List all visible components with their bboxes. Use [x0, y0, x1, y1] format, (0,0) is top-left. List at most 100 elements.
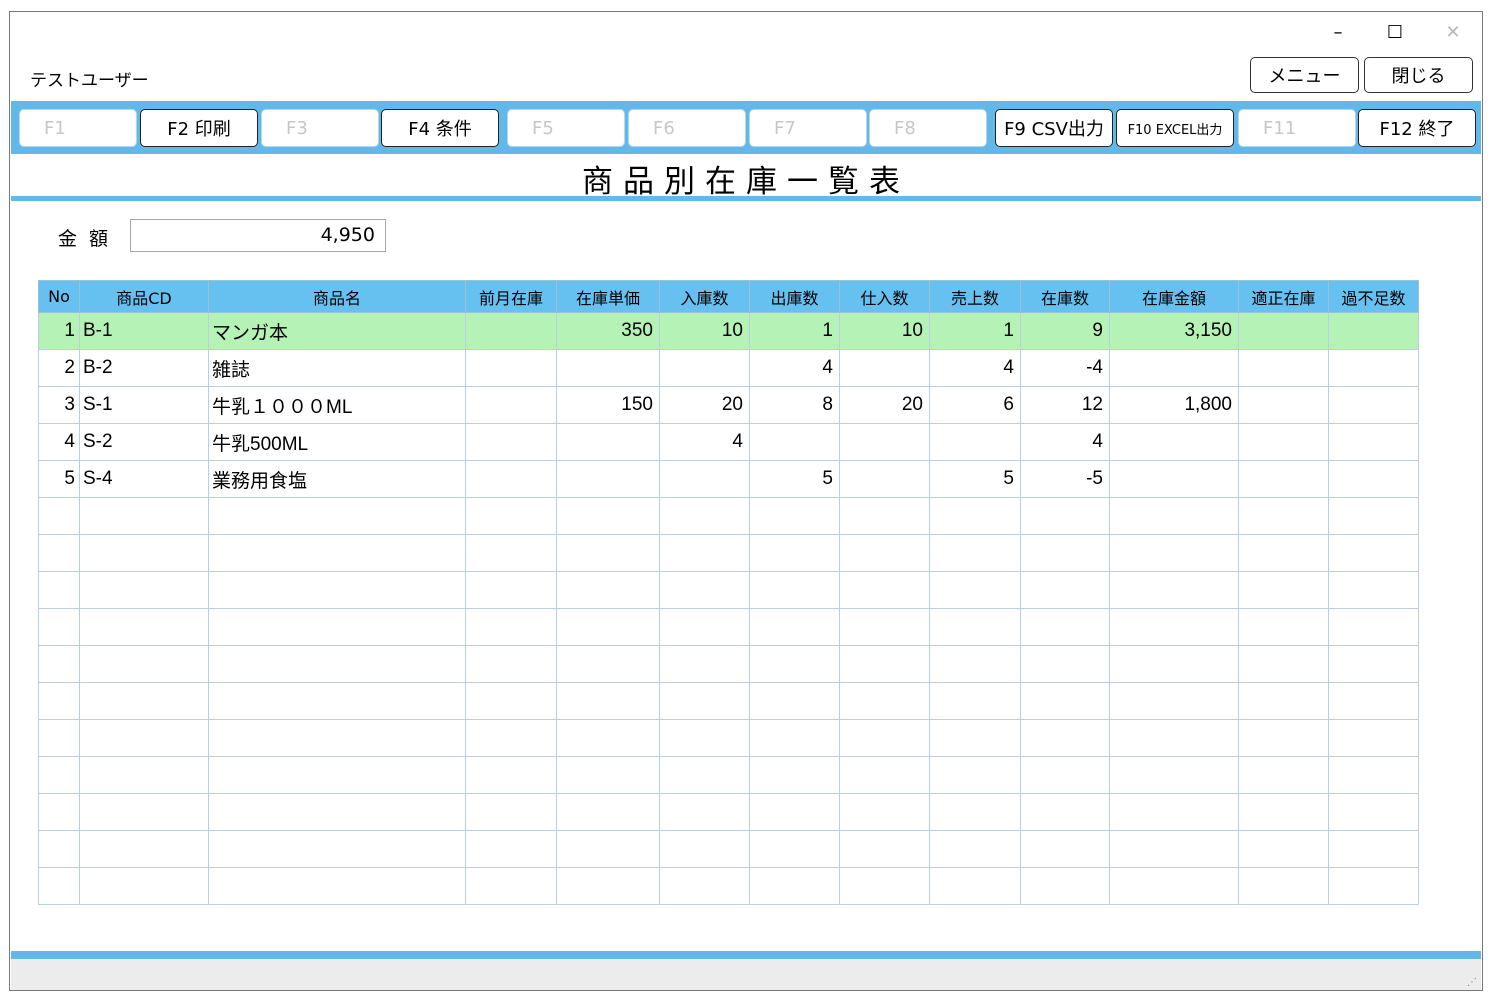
- table-cell: 4: [38, 423, 80, 461]
- maximize-icon[interactable]: ☐: [1380, 24, 1410, 42]
- table-cell: [749, 682, 840, 720]
- table-cell: [556, 645, 660, 683]
- empty-row[interactable]: [38, 793, 1419, 831]
- table-cell: 4: [1020, 423, 1110, 461]
- table-cell: [465, 534, 557, 572]
- table-cell: [1238, 312, 1329, 350]
- table-cell: [38, 830, 80, 868]
- fkey-4-button[interactable]: F4 条件: [381, 109, 499, 147]
- menu-button[interactable]: メニュー: [1250, 57, 1359, 93]
- table-cell: [556, 719, 660, 757]
- table-cell: [208, 608, 466, 646]
- table-cell: [38, 534, 80, 572]
- table-cell: [1238, 349, 1329, 387]
- close-icon[interactable]: ✕: [1438, 24, 1468, 42]
- table-cell: [929, 867, 1021, 905]
- table-cell: [465, 571, 557, 609]
- table-cell: [659, 497, 750, 535]
- table-cell: [749, 867, 840, 905]
- table-cell: 5: [929, 460, 1021, 498]
- empty-row[interactable]: [38, 534, 1419, 572]
- table-cell: [839, 867, 930, 905]
- table-cell: [465, 830, 557, 868]
- fkey-6-button: F6: [628, 109, 746, 147]
- empty-row[interactable]: [38, 608, 1419, 646]
- table-cell: [1109, 349, 1239, 387]
- table-cell: [659, 608, 750, 646]
- column-header: 売上数: [929, 280, 1021, 313]
- table-cell: 牛乳500ML: [208, 423, 466, 461]
- fkey-9-button[interactable]: F9 CSV出力: [995, 109, 1113, 147]
- fkey-2-button[interactable]: F2 印刷: [140, 109, 258, 147]
- amount-field[interactable]: 4,950: [130, 219, 386, 252]
- table-cell: [208, 571, 466, 609]
- table-cell: B-1: [79, 312, 209, 350]
- table-cell: [929, 423, 1021, 461]
- table-cell: [79, 719, 209, 757]
- table-cell: [839, 719, 930, 757]
- table-cell: [556, 756, 660, 794]
- empty-row[interactable]: [38, 830, 1419, 868]
- table-cell: [1238, 423, 1329, 461]
- table-cell: 5: [749, 460, 840, 498]
- table-cell: [556, 460, 660, 498]
- table-cell: [1238, 793, 1329, 831]
- table-cell: [929, 830, 1021, 868]
- table-cell: [1109, 645, 1239, 683]
- table-cell: [1020, 719, 1110, 757]
- table-cell: [465, 349, 557, 387]
- table-cell: 1: [929, 312, 1021, 350]
- table-cell: S-4: [79, 460, 209, 498]
- table-cell: [1109, 756, 1239, 794]
- table-cell: [79, 608, 209, 646]
- table-row[interactable]: 2 B-2 雑誌 4 4 -4: [38, 349, 1419, 387]
- table-cell: [208, 867, 466, 905]
- empty-row[interactable]: [38, 571, 1419, 609]
- table-row[interactable]: 4 S-2 牛乳500ML 4 4: [38, 423, 1419, 461]
- table-cell: [1328, 497, 1419, 535]
- fkey-12-button[interactable]: F12 終了: [1358, 109, 1476, 147]
- resize-grip-icon[interactable]: ⋰: [1467, 977, 1477, 988]
- table-cell: [556, 349, 660, 387]
- table-cell: [1328, 349, 1419, 387]
- close-button[interactable]: 閉じる: [1364, 57, 1473, 93]
- table-cell: [208, 756, 466, 794]
- fkey-10-button[interactable]: F10 EXCEL出力: [1116, 109, 1234, 147]
- table-cell: [659, 830, 750, 868]
- empty-row[interactable]: [38, 719, 1419, 757]
- table-row[interactable]: 5 S-4 業務用食塩 5 5 -5: [38, 460, 1419, 498]
- table-cell: [659, 793, 750, 831]
- table-row[interactable]: 3 S-1 牛乳１０００ML 150 20 8 20 6 12 1,800: [38, 386, 1419, 424]
- empty-row[interactable]: [38, 682, 1419, 720]
- table-cell: [1020, 534, 1110, 572]
- table-row[interactable]: 1 B-1 マンガ本 350 10 1 10 1 9 3,150: [38, 312, 1419, 350]
- table-cell: [839, 793, 930, 831]
- table-cell: [1109, 867, 1239, 905]
- column-header: 前月在庫: [465, 280, 557, 313]
- table-cell: 350: [556, 312, 660, 350]
- table-cell: マンガ本: [208, 312, 466, 350]
- column-header: 入庫数: [659, 280, 750, 313]
- table-cell: [749, 423, 840, 461]
- table-cell: [79, 534, 209, 572]
- empty-row[interactable]: [38, 867, 1419, 905]
- table-cell: [1109, 460, 1239, 498]
- minimize-icon[interactable]: –: [1323, 24, 1353, 42]
- table-cell: [839, 460, 930, 498]
- table-cell: [38, 682, 80, 720]
- table-cell: 1: [38, 312, 80, 350]
- table-cell: [749, 756, 840, 794]
- table-cell: [208, 719, 466, 757]
- table-cell: 9: [1020, 312, 1110, 350]
- table-cell: [465, 867, 557, 905]
- empty-row[interactable]: [38, 756, 1419, 794]
- empty-row[interactable]: [38, 645, 1419, 683]
- table-cell: [1020, 793, 1110, 831]
- table-cell: [1238, 719, 1329, 757]
- empty-row[interactable]: [38, 497, 1419, 535]
- table-cell: [749, 571, 840, 609]
- table-cell: [465, 608, 557, 646]
- table-cell: 8: [749, 386, 840, 424]
- table-cell: [465, 682, 557, 720]
- table-cell: 3: [38, 386, 80, 424]
